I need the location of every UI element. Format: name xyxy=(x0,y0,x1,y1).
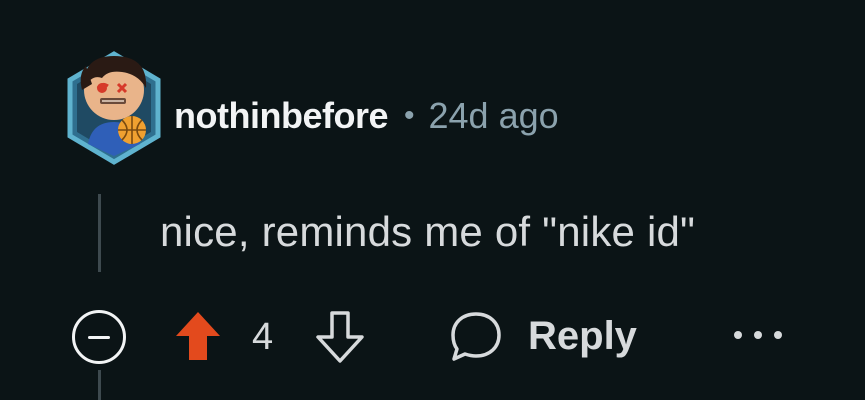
upvote-button[interactable] xyxy=(174,310,222,362)
more-dots-icon xyxy=(774,331,782,339)
downvote-arrow-icon xyxy=(316,311,364,363)
username-link[interactable]: nothinbefore xyxy=(174,95,388,137)
meta-separator: • xyxy=(403,99,415,132)
reply-label: Reply xyxy=(528,313,637,358)
comment-meta: nothinbefore • 24d ago xyxy=(174,92,559,140)
more-dots-icon xyxy=(734,331,742,339)
more-options-button[interactable] xyxy=(734,318,782,352)
downvote-button[interactable] xyxy=(314,310,366,364)
upvote-arrow-icon xyxy=(176,312,220,360)
thread-line-continuation[interactable] xyxy=(98,370,101,400)
more-dots-icon xyxy=(754,331,762,339)
comment-body: nice, reminds me of "nike id" xyxy=(160,208,696,255)
vote-score: 4 xyxy=(252,316,274,358)
reply-button[interactable]: Reply xyxy=(448,304,648,368)
avatar[interactable] xyxy=(62,44,166,172)
minus-icon xyxy=(88,335,110,339)
thread-line[interactable] xyxy=(98,194,101,272)
user-avatar-icon xyxy=(67,51,161,165)
collapse-button[interactable] xyxy=(72,310,126,364)
speech-bubble-icon xyxy=(451,312,501,361)
comment-timestamp[interactable]: 24d ago xyxy=(429,95,559,137)
comment: nothinbefore • 24d ago nice, reminds me … xyxy=(0,0,865,400)
